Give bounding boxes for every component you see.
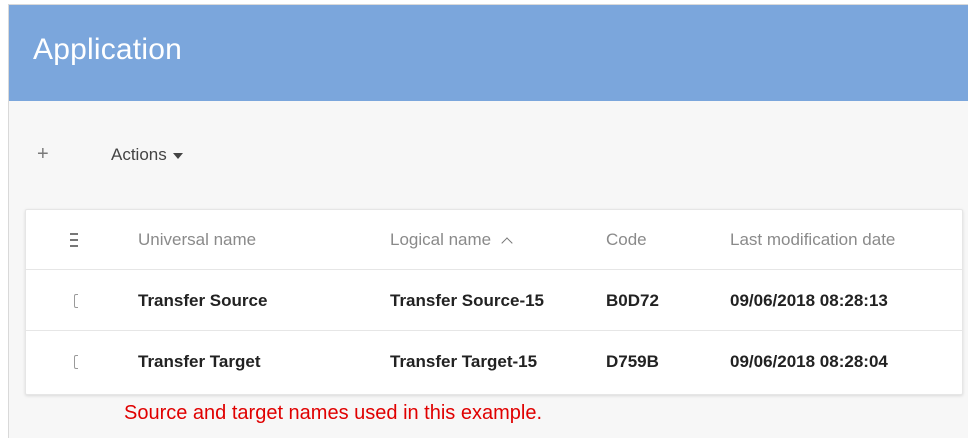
table-row[interactable]: Transfer Target Transfer Target-15 D759B… — [26, 332, 962, 392]
caret-down-icon — [172, 153, 183, 159]
column-menu[interactable] — [48, 210, 78, 270]
annotation-note: Source and target names used in this exa… — [124, 402, 543, 424]
row-checkbox[interactable] — [74, 294, 78, 308]
actions-dropdown[interactable]: Actions — [111, 145, 183, 165]
cell-code: B0D72 — [606, 291, 659, 310]
column-header-logical-name[interactable]: Logical name — [390, 210, 580, 270]
cell-code: D759B — [606, 352, 659, 371]
app-window: Application + Actions Universal name Log… — [8, 4, 968, 438]
hamburger-menu-icon[interactable] — [70, 233, 78, 247]
row-checkbox[interactable] — [74, 355, 78, 369]
page-title: Application — [33, 33, 182, 66]
column-header-last-modification-date[interactable]: Last modification date — [730, 210, 962, 270]
column-header-code[interactable]: Code — [606, 210, 706, 270]
cell-universal-name: Transfer Target — [138, 352, 261, 371]
cell-universal-name: Transfer Source — [138, 291, 268, 310]
actions-label: Actions — [111, 145, 167, 164]
table-row[interactable]: Transfer Source Transfer Source-15 B0D72… — [26, 271, 962, 331]
column-header-logical-name-label: Logical name — [390, 230, 492, 249]
sort-ascending-icon — [501, 236, 513, 249]
row-select-cell — [48, 271, 78, 331]
row-select-cell — [48, 332, 78, 392]
cell-last-modified: 09/06/2018 08:28:13 — [730, 291, 888, 310]
add-button[interactable]: + — [37, 142, 49, 166]
application-table: Universal name Logical name Code Last mo… — [25, 209, 963, 395]
cell-logical-name: Transfer Target-15 — [390, 352, 538, 371]
cell-logical-name: Transfer Source-15 — [390, 291, 545, 310]
app-header: Application — [9, 5, 968, 101]
column-header-universal-name[interactable]: Universal name — [138, 210, 368, 270]
table-header-row: Universal name Logical name Code Last mo… — [26, 210, 962, 270]
cell-last-modified: 09/06/2018 08:28:04 — [730, 352, 888, 371]
toolbar: + Actions — [9, 140, 968, 174]
